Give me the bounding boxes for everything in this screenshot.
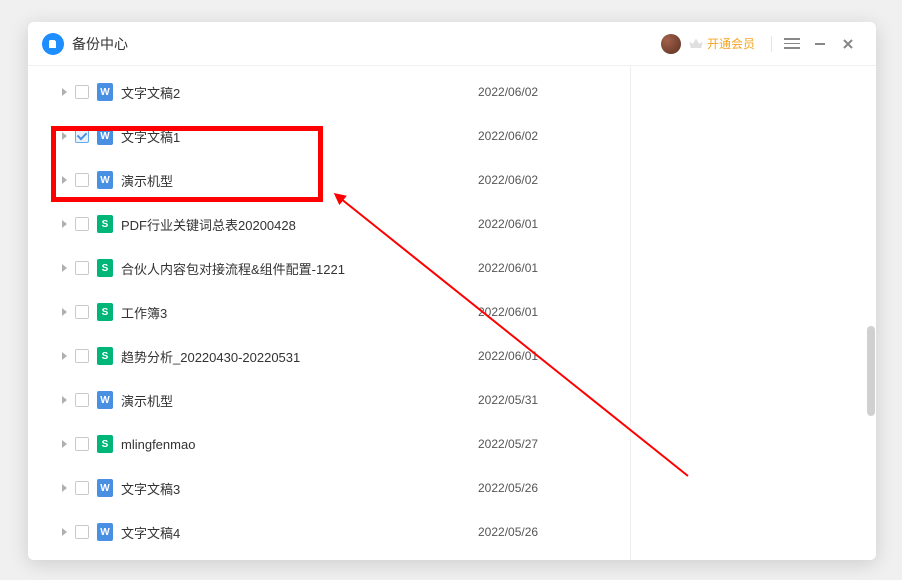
chevron-right-icon[interactable] <box>62 176 67 184</box>
file-date: 2022/06/01 <box>478 305 618 319</box>
file-row[interactable]: S 合伙人内容包对接流程&组件配置-12212022/06/01 <box>28 246 630 290</box>
xls-file-icon: S <box>97 435 113 453</box>
file-name: PDF行业关键词总表20200428 <box>121 215 478 234</box>
xls-file-icon: S <box>97 347 113 365</box>
chevron-right-icon[interactable] <box>62 396 67 404</box>
xls-file-icon: S <box>97 303 113 321</box>
close-button[interactable] <box>834 30 862 58</box>
window-title: 备份中心 <box>72 34 128 54</box>
crown-icon <box>687 35 705 53</box>
file-checkbox[interactable] <box>75 217 89 231</box>
chevron-right-icon[interactable] <box>62 484 67 492</box>
file-checkbox[interactable] <box>75 129 89 143</box>
file-date: 2022/05/26 <box>478 525 618 539</box>
doc-file-icon: W <box>97 523 113 541</box>
file-date: 2022/06/02 <box>478 173 618 187</box>
doc-file-icon: W <box>97 391 113 409</box>
file-date: 2022/05/27 <box>478 437 618 451</box>
file-row[interactable]: W 文字文稿22022/06/02 <box>28 70 630 114</box>
doc-file-icon: W <box>97 83 113 101</box>
chevron-right-icon[interactable] <box>62 88 67 96</box>
file-list: W文字文稿22022/06/02W文字文稿12022/06/02W演示机型202… <box>28 66 630 560</box>
doc-file-icon: W <box>97 479 113 497</box>
app-icon <box>42 33 64 55</box>
file-row[interactable]: Smlingfenmao2022/05/27 <box>28 422 630 466</box>
chevron-right-icon[interactable] <box>62 264 67 272</box>
backup-center-window: 备份中心 开通会员 W文字文稿22022/06/02W文字文稿12022/06/… <box>28 22 876 560</box>
chevron-right-icon[interactable] <box>62 132 67 140</box>
chevron-right-icon[interactable] <box>62 220 67 228</box>
file-date: 2022/06/01 <box>478 349 618 363</box>
file-checkbox[interactable] <box>75 481 89 495</box>
chevron-right-icon[interactable] <box>62 440 67 448</box>
file-checkbox[interactable] <box>75 305 89 319</box>
file-checkbox[interactable] <box>75 393 89 407</box>
xls-file-icon: S <box>97 215 113 233</box>
file-row[interactable]: W 演示机型2022/06/02 <box>28 158 630 202</box>
file-row[interactable]: W 演示机型2022/05/31 <box>28 378 630 422</box>
file-name: 文字文稿4 <box>121 523 478 542</box>
file-row[interactable]: S 趋势分析_20220430-202205312022/06/01 <box>28 334 630 378</box>
doc-file-icon: W <box>97 171 113 189</box>
xls-file-icon: S <box>97 259 113 277</box>
chevron-right-icon[interactable] <box>62 528 67 536</box>
scrollbar-thumb[interactable] <box>867 326 875 416</box>
file-name: mlingfenmao <box>121 437 478 452</box>
avatar[interactable] <box>661 34 681 54</box>
file-date: 2022/06/02 <box>478 85 618 99</box>
file-date: 2022/06/01 <box>478 261 618 275</box>
file-checkbox[interactable] <box>75 525 89 539</box>
side-panel <box>630 66 876 560</box>
file-name: 文字文稿2 <box>121 83 478 102</box>
file-row[interactable]: S 工作簿32022/06/01 <box>28 290 630 334</box>
chevron-right-icon[interactable] <box>62 352 67 360</box>
file-name: 合伙人内容包对接流程&组件配置-1221 <box>121 259 478 278</box>
file-date: 2022/06/01 <box>478 217 618 231</box>
file-name: 演示机型 <box>121 171 478 190</box>
minimize-button[interactable] <box>806 30 834 58</box>
file-row[interactable]: W 文字文稿12022/06/02 <box>28 114 630 158</box>
file-checkbox[interactable] <box>75 437 89 451</box>
file-name: 文字文稿1 <box>121 127 478 146</box>
file-checkbox[interactable] <box>75 85 89 99</box>
chevron-right-icon[interactable] <box>62 308 67 316</box>
file-date: 2022/05/31 <box>478 393 618 407</box>
file-checkbox[interactable] <box>75 173 89 187</box>
file-checkbox[interactable] <box>75 349 89 363</box>
divider <box>771 36 772 52</box>
titlebar: 备份中心 开通会员 <box>28 22 876 66</box>
file-date: 2022/05/26 <box>478 481 618 495</box>
upgrade-link[interactable]: 开通会员 <box>707 35 755 52</box>
file-checkbox[interactable] <box>75 261 89 275</box>
menu-button[interactable] <box>778 30 806 58</box>
file-name: 演示机型 <box>121 391 478 410</box>
file-row[interactable]: W 文字文稿32022/05/26 <box>28 466 630 510</box>
file-date: 2022/06/02 <box>478 129 618 143</box>
content-area: W文字文稿22022/06/02W文字文稿12022/06/02W演示机型202… <box>28 66 876 560</box>
file-name: 工作簿3 <box>121 303 478 322</box>
doc-file-icon: W <box>97 127 113 145</box>
file-row[interactable]: S PDF行业关键词总表202004282022/06/01 <box>28 202 630 246</box>
file-name: 趋势分析_20220430-20220531 <box>121 347 478 366</box>
file-name: 文字文稿3 <box>121 479 478 498</box>
file-row[interactable]: W 文字文稿42022/05/26 <box>28 510 630 554</box>
